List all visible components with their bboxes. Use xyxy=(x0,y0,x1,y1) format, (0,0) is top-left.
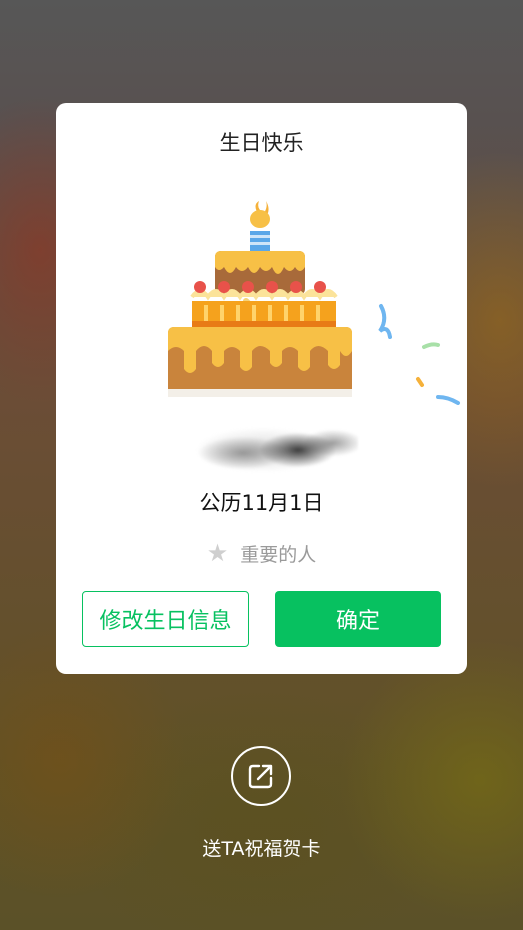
edit-birthday-button[interactable]: 修改生日信息 xyxy=(82,591,249,647)
birthday-date: 公历11月1日 xyxy=(199,491,324,515)
dialog-title: 生日快乐 xyxy=(219,131,304,155)
share-card-button[interactable] xyxy=(231,746,291,806)
important-person-toggle[interactable]: ★ 重要的人 xyxy=(56,539,467,567)
cake-illustration xyxy=(168,201,352,397)
star-icon: ★ xyxy=(206,539,229,567)
confirm-button[interactable]: 确定 xyxy=(275,591,441,647)
share-arrow-icon xyxy=(248,764,273,789)
birthday-dialog: 生日快乐 公历11月1日 ★ 重要的人 修改生日信息 确定 xyxy=(56,103,467,674)
share-card-label[interactable]: 送TA祝福贺卡 xyxy=(0,834,523,861)
blurred-name xyxy=(168,415,358,485)
important-label: 重要的人 xyxy=(240,543,317,566)
